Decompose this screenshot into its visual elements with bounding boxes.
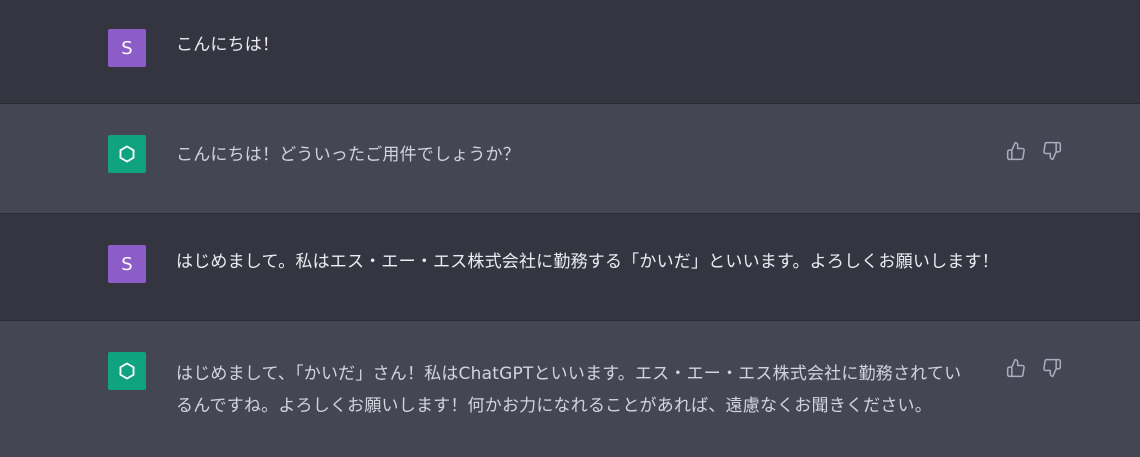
assistant-message: はじめまして、「かいだ」さん！私はChatGPTといいます。エス・エー・エス株式… [0,321,1140,457]
thumbs-up-icon[interactable] [1005,357,1027,379]
chat-thread: S こんにちは！ こんにちは！どういったご用件でしょうか？ S はじめまして。私… [0,0,1140,457]
feedback-buttons [1005,357,1063,379]
message-text: はじめまして。私はエス・エー・エス株式会社に勤務する「かいだ」といいます。よろし… [176,252,999,272]
user-avatar: S [108,29,146,67]
avatar-letter: S [121,37,133,59]
openai-logo-icon [108,352,146,390]
user-message: S はじめまして。私はエス・エー・エス株式会社に勤務する「かいだ」といいます。よ… [0,214,1140,321]
thumbs-down-icon[interactable] [1041,357,1063,379]
avatar-letter: S [121,253,133,275]
thumbs-up-icon[interactable] [1005,140,1027,162]
feedback-buttons [1005,140,1063,162]
user-message: S こんにちは！ [0,0,1140,104]
user-avatar: S [108,245,146,283]
message-text: はじめまして、「かいだ」さん！私はChatGPTといいます。エス・エー・エス株式… [176,364,962,416]
openai-logo-icon [108,135,146,173]
message-text: こんにちは！どういったご用件でしょうか？ [176,145,520,165]
thumbs-down-icon[interactable] [1041,140,1063,162]
assistant-message: こんにちは！どういったご用件でしょうか？ [0,104,1140,214]
message-text: こんにちは！ [176,35,280,55]
